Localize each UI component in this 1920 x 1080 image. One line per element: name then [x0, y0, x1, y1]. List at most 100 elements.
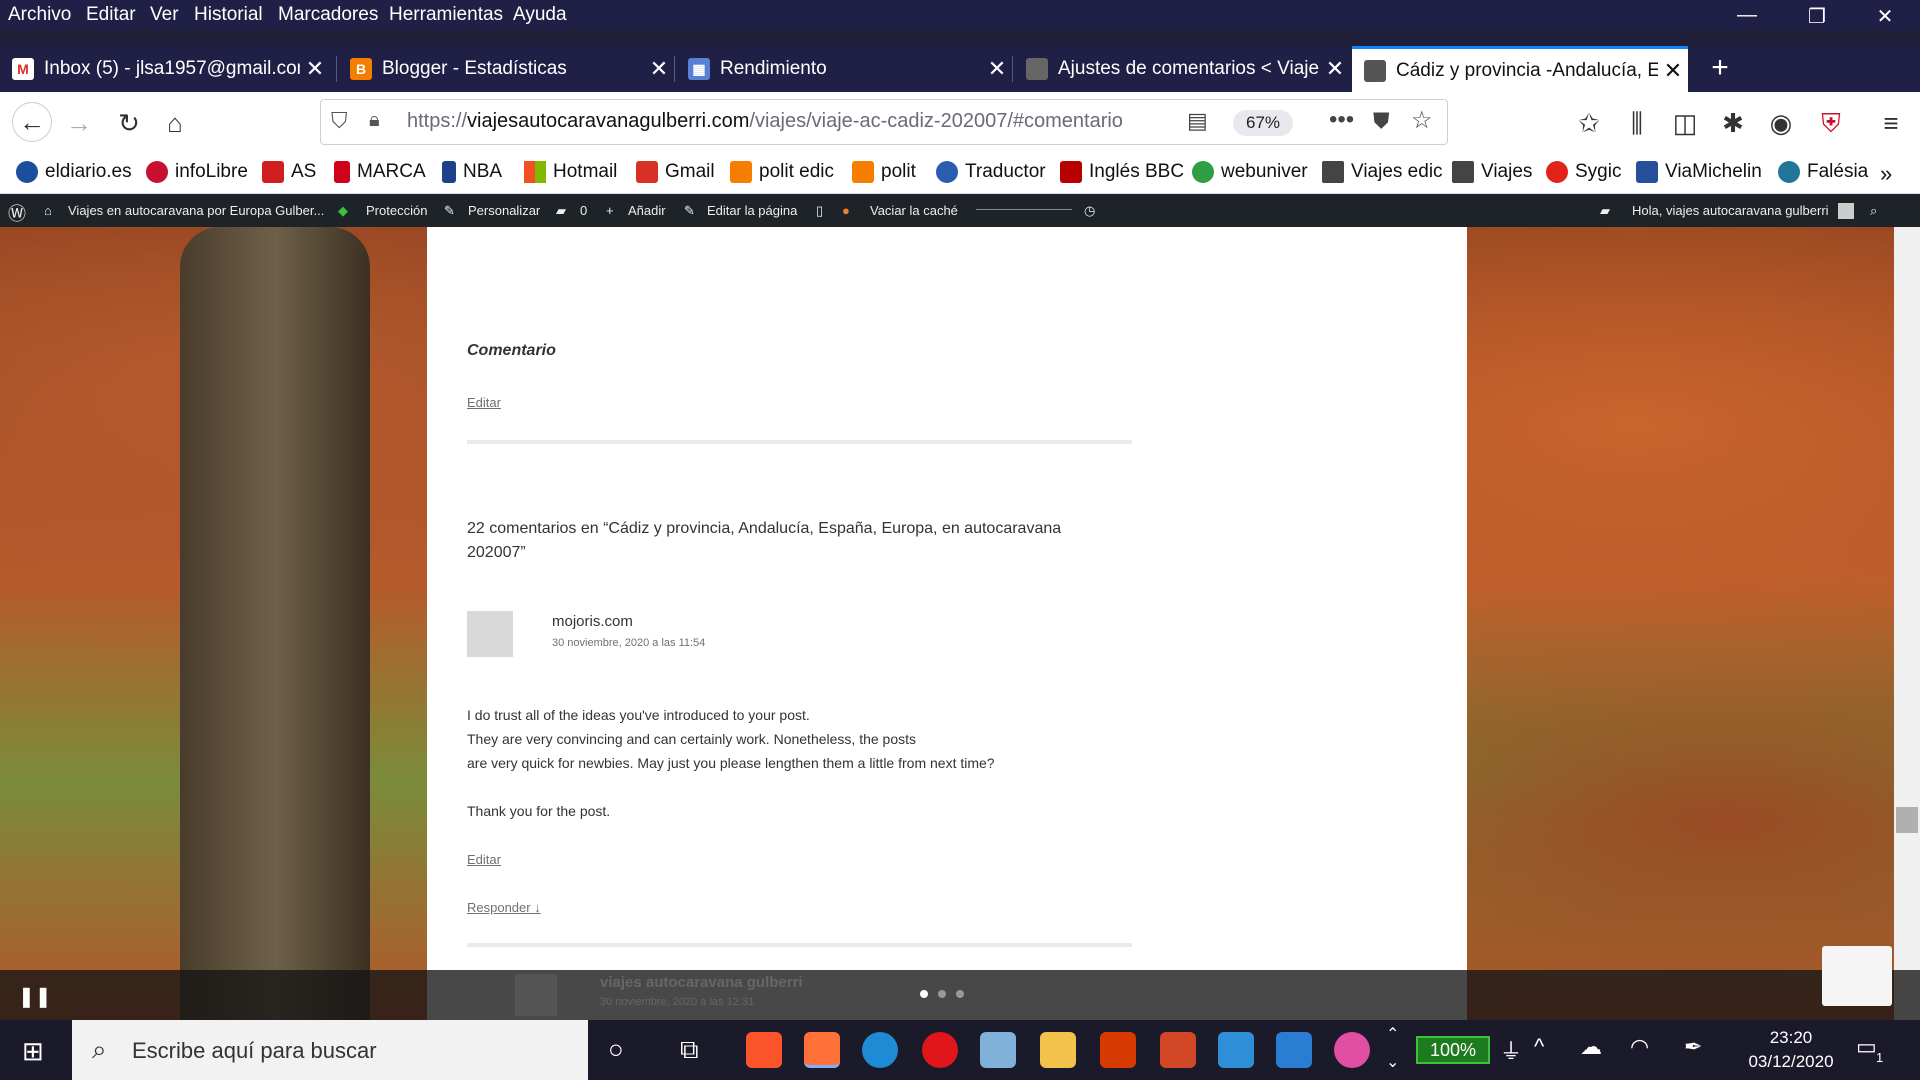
bookmark-webuniver[interactable]: webuniver	[1192, 161, 1308, 183]
search-icon[interactable]: ⌕	[1870, 203, 1877, 219]
bookmark-viajes[interactable]: Viajes	[1452, 161, 1532, 183]
wp-clear-cache[interactable]: Vaciar la caché	[870, 203, 958, 218]
scrollbar-thumb[interactable]	[1896, 807, 1918, 833]
zoom-level[interactable]: 67%	[1233, 110, 1293, 136]
pocket-icon[interactable]: ⛊	[1373, 108, 1390, 134]
bookmark-star-icon[interactable]: ☆	[1411, 106, 1433, 135]
menu-editar[interactable]: Editar	[86, 4, 136, 26]
menu-historial[interactable]: Historial	[194, 4, 263, 26]
ublock-icon[interactable]: ⛨	[1814, 106, 1848, 140]
account-icon[interactable]: ◉	[1764, 106, 1798, 140]
url-text[interactable]: https://viajesautocaravanagulberri.com/v…	[407, 110, 1123, 133]
bookmark-ingles-bbc[interactable]: Inglés BBC	[1060, 161, 1184, 183]
edge-icon[interactable]	[862, 1032, 898, 1068]
restore-icon[interactable]: ❐	[1794, 4, 1840, 28]
cortana-icon[interactable]: ○	[608, 1034, 624, 1065]
chevron-down-icon[interactable]: ⌄	[1386, 1052, 1399, 1072]
bookmark-as[interactable]: AS	[262, 161, 316, 183]
firefox-icon[interactable]	[804, 1032, 840, 1068]
bookmark-falesia[interactable]: Falésia	[1778, 161, 1868, 183]
next-comment-author[interactable]: viajes autocaravana gulberri	[600, 974, 803, 991]
brave-icon[interactable]	[746, 1032, 782, 1068]
bookmark-viajes-edic[interactable]: Viajes edic	[1322, 161, 1443, 183]
wp-customize[interactable]: Personalizar	[468, 203, 540, 218]
bookmark-gmail[interactable]: Gmail	[636, 161, 715, 183]
notes-icon[interactable]: ▰	[1600, 203, 1610, 219]
task-view-icon[interactable]: ⧉	[680, 1034, 699, 1066]
minimize-icon[interactable]: —	[1724, 4, 1770, 28]
photos-icon[interactable]	[1218, 1032, 1254, 1068]
tab-gmail[interactable]: M Inbox (5) - jlsa1957@gmail.com ✕	[0, 46, 330, 92]
bookmark-sygic[interactable]: Sygic	[1546, 161, 1621, 183]
menu-archivo[interactable]: Archivo	[8, 4, 71, 26]
reader-view-icon[interactable]: ▤	[1187, 108, 1208, 134]
clock[interactable]: 23:20 03/12/2020	[1736, 1026, 1846, 1074]
bookmark-eldiario[interactable]: eldiario.es	[16, 161, 132, 183]
start-button[interactable]: ⊞	[0, 1020, 70, 1080]
next-comment-date[interactable]: 30 noviembre, 2020 a las 12:31	[600, 996, 754, 1008]
wp-greeting[interactable]: Hola, viajes autocaravana gulberri	[1632, 203, 1829, 218]
bookmark-polit-edic[interactable]: polit edic	[730, 161, 834, 183]
mail-icon[interactable]	[1276, 1032, 1312, 1068]
shield-icon[interactable]: ⛉	[331, 108, 348, 134]
wp-edit-page[interactable]: Editar la página	[707, 203, 797, 218]
slide-dot[interactable]	[956, 990, 964, 998]
power-plug-icon[interactable]: ⏚	[1500, 1034, 1522, 1066]
close-tab-icon[interactable]: ✕	[644, 56, 674, 82]
close-tab-icon[interactable]: ✕	[1658, 58, 1688, 84]
wp-site-name[interactable]: Viajes en autocaravana por Europa Gulber…	[68, 203, 324, 218]
battery-indicator[interactable]: 100%	[1416, 1036, 1490, 1064]
tab-blogger[interactable]: B Blogger - Estadísticas ✕	[338, 46, 674, 92]
bookmark-hotmail[interactable]: Hotmail	[524, 161, 617, 183]
pause-icon[interactable]: ❚❚	[18, 984, 52, 1009]
menu-herramientas[interactable]: Herramientas	[389, 4, 503, 26]
library-icon[interactable]: ⫼	[1620, 106, 1654, 140]
close-tab-icon[interactable]: ✕	[1320, 56, 1350, 82]
office-icon[interactable]	[1100, 1032, 1136, 1068]
lock-icon[interactable]: 🔒︎	[369, 109, 380, 132]
opera-icon[interactable]	[922, 1032, 958, 1068]
close-tab-icon[interactable]: ✕	[300, 56, 330, 82]
sidebar-icon[interactable]: ◫	[1668, 106, 1702, 140]
close-tab-icon[interactable]: ✕	[982, 56, 1012, 82]
pen-icon[interactable]: ✒	[1684, 1034, 1702, 1060]
slide-dot[interactable]	[938, 990, 946, 998]
wp-protection[interactable]: Protección	[366, 203, 427, 218]
scrollbar[interactable]	[1894, 227, 1920, 1020]
wifi-icon[interactable]: ◠	[1630, 1034, 1649, 1060]
comment-author[interactable]: mojoris.com	[552, 613, 633, 630]
itunes-icon[interactable]	[1334, 1032, 1370, 1068]
avatar[interactable]	[1838, 203, 1854, 219]
edit-link[interactable]: Editar	[467, 395, 501, 410]
close-window-icon[interactable]: ✕	[1862, 4, 1908, 28]
bookmark-viamichelin[interactable]: ViaMichelin	[1636, 161, 1762, 183]
wp-add[interactable]: Añadir	[628, 203, 666, 218]
recaptcha-badge[interactable]	[1822, 946, 1892, 1006]
home-icon[interactable]: ⌂	[158, 106, 192, 140]
forward-icon[interactable]: →	[62, 106, 96, 140]
comment-date[interactable]: 30 noviembre, 2020 a las 11:54	[552, 637, 705, 649]
extensions-icon[interactable]: ✱	[1716, 106, 1750, 140]
comment-edit-link[interactable]: Editar	[467, 852, 501, 867]
tab-rendimiento[interactable]: ▦ Rendimiento ✕	[676, 46, 1012, 92]
tab-cadiz-active[interactable]: Cádiz y provincia -Andalucía, Es ✕	[1352, 46, 1688, 92]
slide-dot-active[interactable]	[920, 990, 928, 998]
hamburger-menu-icon[interactable]: ≡	[1874, 106, 1908, 140]
bookmark-polit[interactable]: polit	[852, 161, 916, 183]
reload-icon[interactable]: ↻	[112, 106, 146, 140]
blogger-app-icon[interactable]	[1160, 1032, 1196, 1068]
taskbar-search[interactable]: ⌕ Escribe aquí para buscar	[72, 1020, 588, 1080]
show-hidden-icons[interactable]: ^	[1534, 1034, 1544, 1060]
url-bar[interactable]: ⛉ 🔒︎ https://viajesautocaravanagulberri.…	[320, 99, 1448, 145]
bookmark-manager-icon[interactable]: ✩	[1572, 106, 1606, 140]
menu-ver[interactable]: Ver	[150, 4, 179, 26]
history-icon[interactable]: ◷	[1084, 203, 1095, 219]
wp-comments-count[interactable]: 0	[580, 203, 587, 218]
bookmark-infolibre[interactable]: infoLibre	[146, 161, 248, 183]
back-icon[interactable]: ←	[12, 102, 52, 142]
bookmark-traductor[interactable]: Traductor	[936, 161, 1046, 183]
yoast-icon[interactable]: ▯	[816, 203, 823, 219]
menu-ayuda[interactable]: Ayuda	[513, 4, 567, 26]
bookmark-marca[interactable]: MARCA	[334, 161, 426, 183]
more-bookmarks-icon[interactable]: »	[1880, 161, 1892, 187]
